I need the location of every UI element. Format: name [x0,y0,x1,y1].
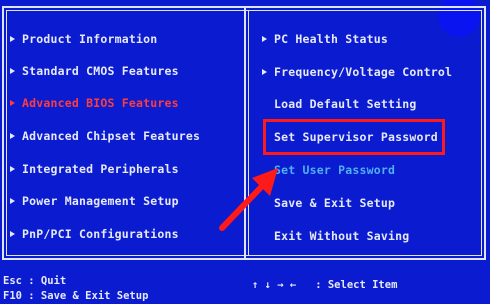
triangle-right-icon [262,36,267,42]
menu-item-label: Product Information [22,32,158,46]
footer-navigation-hint: ↑ ↓ → ← : Select Item [252,279,398,291]
menu-item-label: Load Default Setting [274,97,417,111]
menu-item-frequency-voltage-control[interactable]: Frequency/Voltage Control [262,62,452,82]
menu-item-integrated-peripherals[interactable]: Integrated Peripherals [10,159,179,179]
bios-setup-screen: Product Information Standard CMOS Featur… [0,0,490,304]
menu-item-label: Advanced Chipset Features [22,129,201,143]
menu-item-label: PC Health Status [274,32,388,46]
menu-item-label: Save & Exit Setup [274,196,396,210]
triangle-right-icon [10,133,15,139]
menu-item-standard-cmos-features[interactable]: Standard CMOS Features [10,61,179,81]
triangle-right-icon [10,166,15,172]
menu-item-label: Advanced BIOS Features [22,96,179,110]
triangle-right-icon [10,100,15,106]
menu-item-label: Power Management Setup [22,194,179,208]
menu-item-label: Exit Without Saving [274,229,410,243]
menu-item-label: Integrated Peripherals [22,162,179,176]
menu-item-pc-health-status[interactable]: PC Health Status [262,29,388,49]
menu-item-pnp-pci-configurations[interactable]: PnP/PCI Configurations [10,224,179,244]
menu-item-product-information[interactable]: Product Information [10,29,157,49]
menu-item-label: Frequency/Voltage Control [274,65,453,79]
menu-item-set-user-password: Set User Password [274,160,395,180]
triangle-right-icon [10,198,15,204]
menu-item-label: PnP/PCI Configurations [22,227,179,241]
footer-f10-hint: F10 : Save & Exit Setup [3,290,149,302]
triangle-right-icon [10,36,15,42]
menu-item-label: Standard CMOS Features [22,64,179,78]
menu-item-advanced-chipset-features[interactable]: Advanced Chipset Features [10,126,200,146]
red-arrow-icon [219,168,278,231]
triangle-right-icon [10,68,15,74]
menu-item-exit-without-saving[interactable]: Exit Without Saving [274,226,409,246]
menu-item-save-exit-setup[interactable]: Save & Exit Setup [274,193,395,213]
triangle-right-icon [262,69,267,75]
annotation-highlight-box [263,119,445,155]
footer-esc-hint: Esc : Quit [3,275,67,287]
menu-item-advanced-bios-features[interactable]: Advanced BIOS Features [10,93,179,113]
menu-item-load-default-setting[interactable]: Load Default Setting [274,94,416,114]
menu-item-power-management-setup[interactable]: Power Management Setup [10,191,179,211]
menu-item-label: Set User Password [274,163,396,177]
triangle-right-icon [10,231,15,237]
